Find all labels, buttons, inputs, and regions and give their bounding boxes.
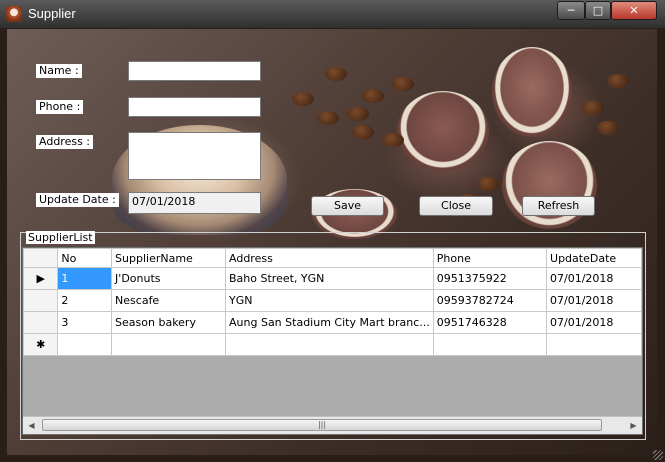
table-header-row: No SupplierName Address Phone UpdateDate: [23, 248, 642, 268]
coffee-bean-background-image: [362, 89, 384, 103]
macaron-background-image: [492, 47, 572, 137]
new-row-asterisk-icon[interactable]: ✱: [23, 333, 59, 356]
cell-no[interactable]: 2: [57, 289, 113, 312]
new-cell-update-date[interactable]: [546, 333, 642, 356]
supplier-table: No SupplierName Address Phone UpdateDate…: [23, 248, 642, 356]
phone-input[interactable]: [128, 97, 261, 117]
cell-phone[interactable]: 0951375922: [432, 267, 548, 290]
cell-supplier-name[interactable]: Nescafe: [111, 289, 227, 312]
cell-phone[interactable]: 0951746328: [432, 311, 548, 334]
address-textarea[interactable]: [128, 132, 261, 180]
coffee-bean-background-image: [325, 67, 347, 81]
save-button[interactable]: Save: [311, 196, 384, 216]
coffee-bean-background-image: [607, 74, 629, 88]
form-client-area: Name : Phone : Address : Update Date : 0…: [7, 29, 657, 455]
row-header[interactable]: [23, 311, 59, 334]
cell-supplier-name[interactable]: J'Donuts: [111, 267, 227, 290]
new-cell-no[interactable]: [57, 333, 113, 356]
coffee-bean-background-image: [582, 101, 604, 115]
maximize-button[interactable]: □: [585, 1, 611, 20]
supplier-window: Supplier ─ □ ✕ Name : Phone : Address : …: [0, 0, 665, 462]
window-title: Supplier: [28, 6, 76, 21]
column-header-no[interactable]: No: [57, 248, 113, 268]
title-bar[interactable]: Supplier ─ □ ✕: [0, 0, 665, 28]
new-cell-address[interactable]: [225, 333, 434, 356]
new-cell-supplier-name[interactable]: [111, 333, 227, 356]
row-header-corner: [23, 248, 59, 268]
coffee-bean-background-image: [352, 125, 374, 139]
table-row[interactable]: 2 Nescafe YGN 09593782724 07/01/2018: [23, 289, 642, 312]
table-row[interactable]: ▶ 1 J'Donuts Baho Street, YGN 0951375922…: [23, 267, 642, 290]
coffee-bean-background-image: [317, 111, 339, 125]
cupcake-app-icon: [6, 6, 22, 22]
coffee-bean-background-image: [597, 121, 619, 135]
name-input[interactable]: [128, 61, 261, 81]
close-window-button[interactable]: ✕: [611, 1, 657, 20]
cell-update-date[interactable]: 07/01/2018: [546, 289, 642, 312]
macaron-background-image: [397, 91, 489, 171]
column-header-supplier-name[interactable]: SupplierName: [111, 248, 227, 268]
coffee-bean-background-image: [347, 107, 369, 121]
name-label: Name :: [36, 64, 82, 78]
coffee-bean-background-image: [382, 133, 404, 147]
refresh-button[interactable]: Refresh: [522, 196, 595, 216]
resize-grip-icon[interactable]: [653, 450, 663, 460]
cell-no[interactable]: 3: [57, 311, 113, 334]
cell-phone[interactable]: 09593782724: [432, 289, 548, 312]
cell-no[interactable]: 1: [57, 267, 113, 290]
cell-update-date[interactable]: 07/01/2018: [546, 311, 642, 334]
close-button[interactable]: Close: [419, 196, 493, 216]
new-cell-phone[interactable]: [432, 333, 548, 356]
horizontal-scrollbar[interactable]: ◀ ||| ▶: [23, 416, 642, 434]
coffee-bean-background-image: [477, 177, 499, 191]
update-date-field[interactable]: 07/01/2018: [128, 192, 261, 214]
scrollbar-thumb[interactable]: |||: [42, 419, 602, 431]
coffee-bean-background-image: [292, 92, 314, 106]
cell-address[interactable]: YGN: [225, 289, 434, 312]
update-date-label: Update Date :: [36, 193, 119, 207]
coffee-bean-background-image: [392, 77, 414, 91]
table-row[interactable]: 3 Season bakery Aung San Stadium City Ma…: [23, 311, 642, 334]
row-header[interactable]: [23, 289, 59, 312]
phone-label: Phone :: [36, 100, 84, 114]
column-header-update-date[interactable]: UpdateDate: [546, 248, 642, 268]
cell-address[interactable]: Aung San Stadium City Mart branc...: [225, 311, 434, 334]
new-row[interactable]: ✱: [23, 333, 642, 356]
column-header-phone[interactable]: Phone: [432, 248, 548, 268]
supplier-list-group-title: SupplierList: [26, 231, 95, 244]
cell-address[interactable]: Baho Street, YGN: [225, 267, 434, 290]
address-label: Address :: [36, 135, 94, 149]
current-row-arrow-icon[interactable]: ▶: [23, 267, 59, 290]
scroll-right-arrow-icon[interactable]: ▶: [625, 417, 642, 434]
minimize-button[interactable]: ─: [557, 1, 585, 20]
column-header-address[interactable]: Address: [225, 248, 434, 268]
cell-update-date[interactable]: 07/01/2018: [546, 267, 642, 290]
scroll-left-arrow-icon[interactable]: ◀: [23, 417, 40, 434]
supplier-datagrid[interactable]: No SupplierName Address Phone UpdateDate…: [22, 247, 643, 435]
cell-supplier-name[interactable]: Season bakery: [111, 311, 227, 334]
